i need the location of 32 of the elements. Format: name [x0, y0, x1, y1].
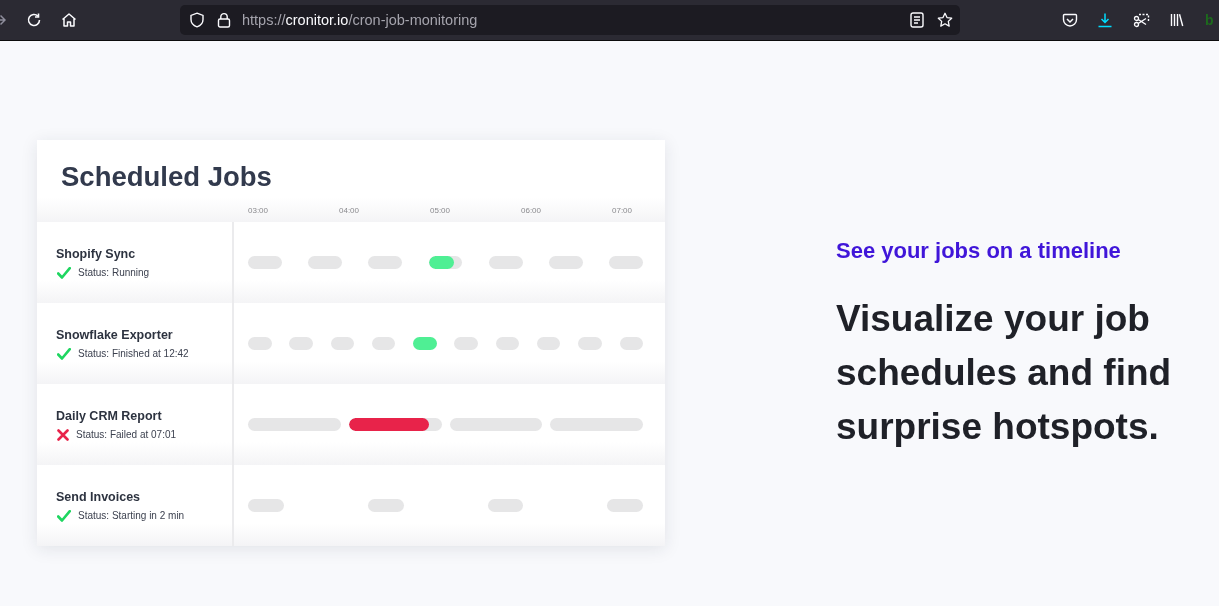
- time-label: 07:00: [612, 206, 633, 216]
- url-text[interactable]: https://cronitor.io/cron-job-monitoring: [242, 12, 478, 28]
- reload-icon[interactable]: [26, 12, 42, 28]
- pocket-icon[interactable]: [1062, 12, 1078, 28]
- home-icon[interactable]: [61, 12, 77, 28]
- time-label: 06:00: [521, 206, 542, 216]
- time-label: 04:00: [339, 206, 360, 216]
- section-subtitle: See your jobs on a timeline: [836, 237, 1122, 265]
- job-row[interactable]: Send Invoices Status: Starting in 2 min: [37, 465, 665, 546]
- job-name: Shopify Sync: [56, 246, 136, 262]
- job-row[interactable]: Snowflake Exporter Status: Finished at 12:42: [37, 303, 665, 384]
- download-icon[interactable]: [1097, 12, 1113, 28]
- section-headline: Visualize your job schedules and find surprise hotspots.: [836, 297, 1173, 449]
- lock-icon[interactable]: [217, 12, 231, 28]
- reader-view-icon[interactable]: [910, 12, 924, 28]
- job-status: Status: Running: [78, 266, 150, 279]
- job-status: Status: Finished at 12:42: [78, 347, 189, 360]
- card-title: Scheduled Jobs: [61, 162, 272, 192]
- star-icon[interactable]: [937, 12, 953, 28]
- job-row[interactable]: Shopify Sync Status: Running: [37, 222, 665, 303]
- library-icon[interactable]: [1169, 12, 1185, 28]
- job-name: Send Invoices: [56, 489, 141, 505]
- job-status: Status: Failed at 07:01: [76, 428, 177, 441]
- forward-arrow-icon[interactable]: [0, 14, 6, 26]
- job-name: Daily CRM Report: [56, 408, 162, 424]
- scissors-icon[interactable]: [1133, 12, 1150, 28]
- time-label: 05:00: [430, 206, 451, 216]
- job-name: Snowflake Exporter: [56, 327, 173, 343]
- job-status: Status: Starting in 2 min: [78, 509, 185, 522]
- shield-icon[interactable]: [189, 12, 205, 28]
- job-row[interactable]: Daily CRM Report Status: Failed at 07:01: [37, 384, 665, 465]
- time-label: 03:00: [248, 206, 269, 216]
